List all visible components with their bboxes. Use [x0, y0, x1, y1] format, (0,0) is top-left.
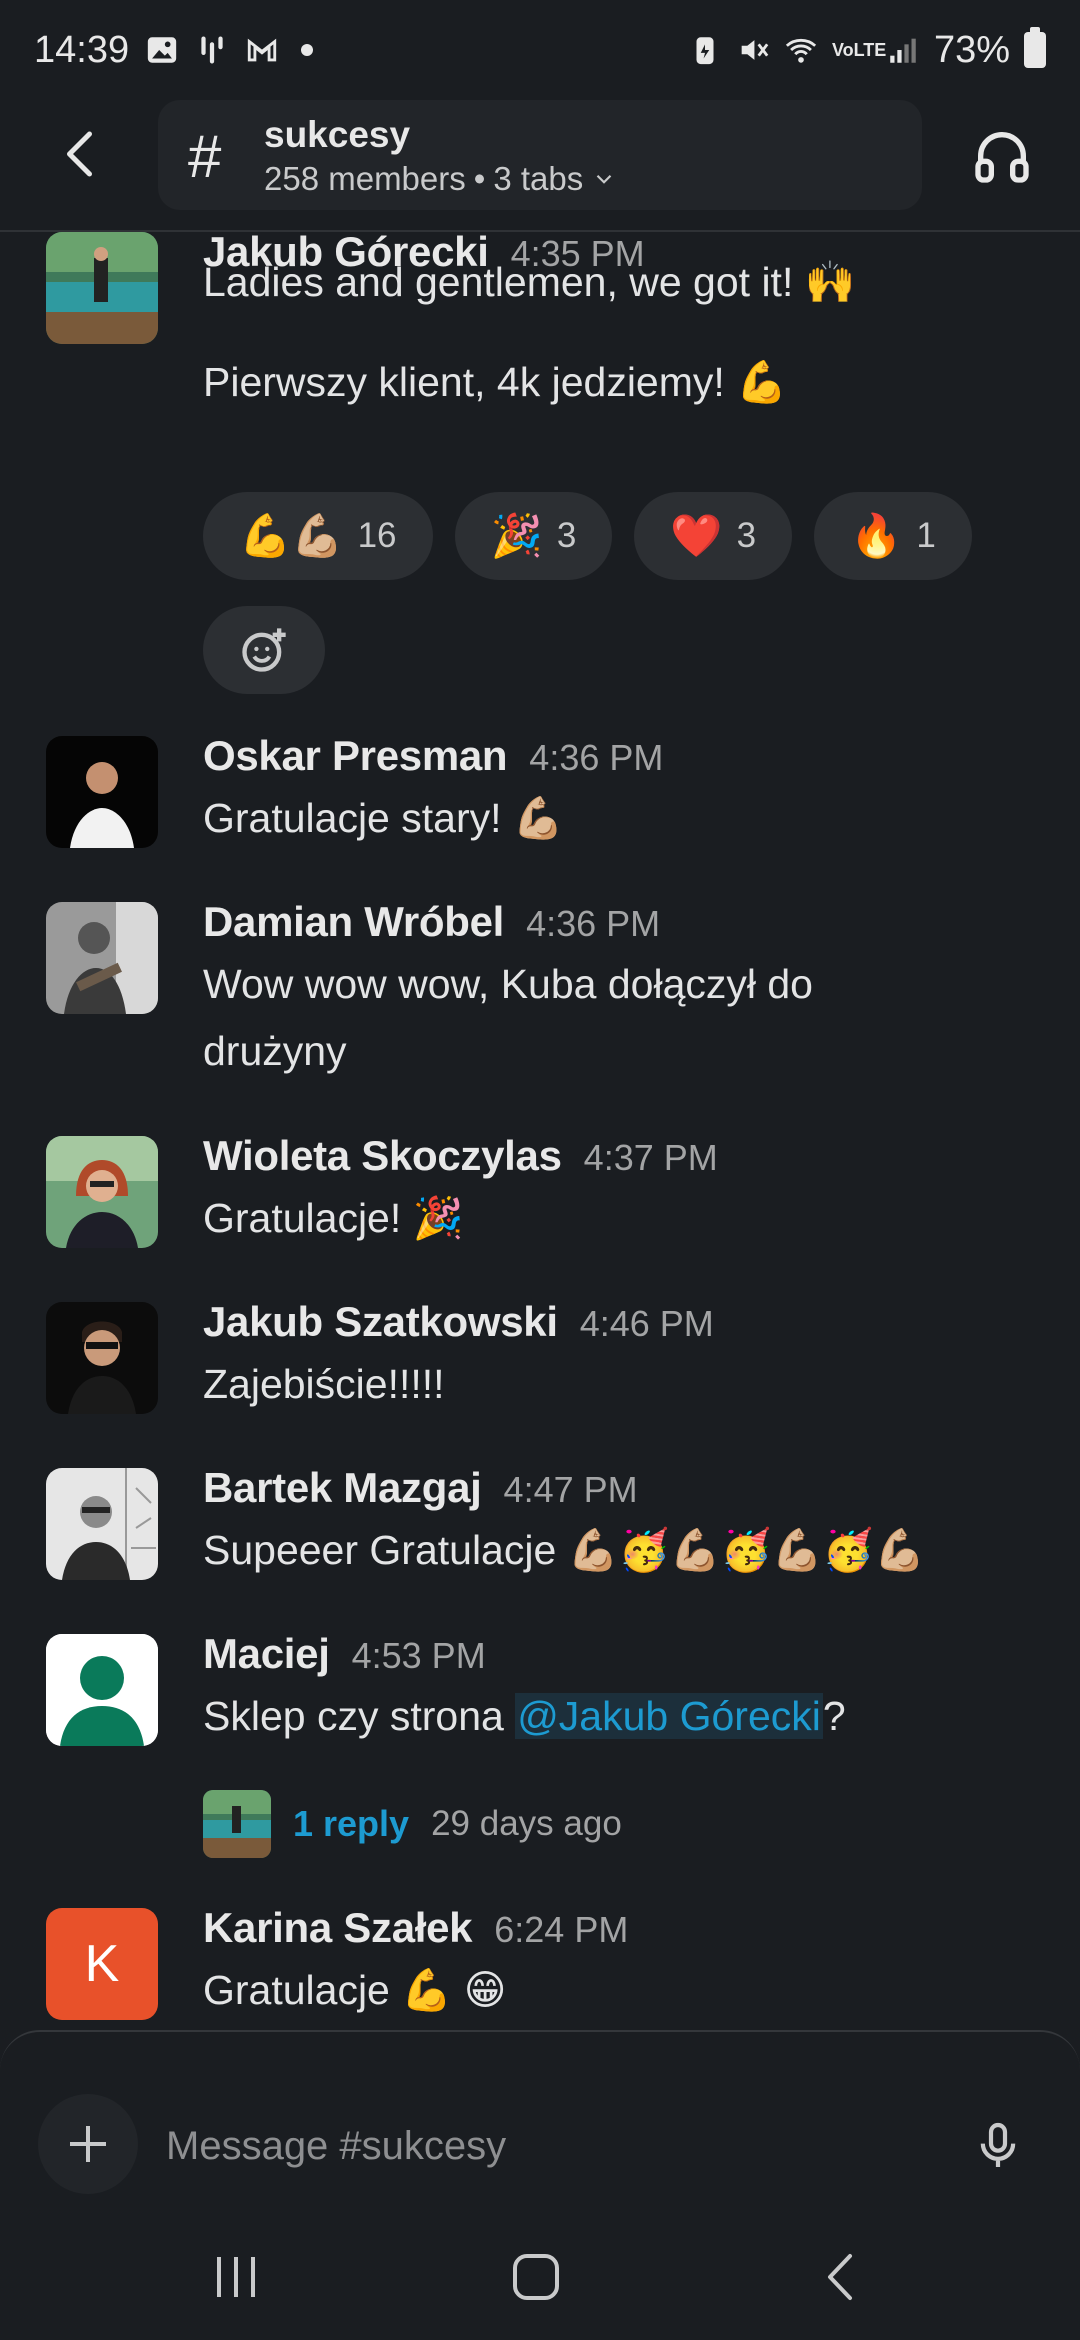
avatar[interactable]: [46, 1302, 158, 1414]
reply-count-link[interactable]: 1 reply: [293, 1803, 409, 1845]
status-bar: 14:39 VoLTE 73%: [0, 0, 1080, 100]
channel-hash-icon: #: [188, 123, 222, 190]
message-input[interactable]: [166, 2116, 926, 2176]
more-notifications-dot: [301, 44, 314, 56]
reaction-pill[interactable]: 🔥 1: [814, 492, 972, 580]
microphone-icon[interactable]: [970, 2118, 1026, 2174]
author-name[interactable]: Maciej: [203, 1630, 330, 1678]
battery-icon: [1024, 27, 1046, 68]
author-name[interactable]: Jakub Szatkowski: [203, 1298, 558, 1346]
separator-dot: •: [473, 160, 486, 197]
reaction-pill[interactable]: ❤️ 3: [634, 492, 793, 580]
thread-reply-avatar: [203, 1790, 271, 1858]
system-navigation-bar: [0, 2212, 1080, 2340]
last-reply-time: 29 days ago: [431, 1804, 622, 1843]
reaction-emoji: 🎉: [490, 511, 543, 559]
back-nav-icon: [828, 2254, 852, 2300]
message-text: Gratulacje stary! 💪🏼: [203, 795, 564, 841]
message-text: Gratulacje 💪 😁: [203, 1967, 507, 2013]
reaction-count: 16: [357, 516, 397, 555]
back-arrow-icon[interactable]: [52, 124, 112, 184]
battery-saver-icon: [696, 37, 714, 65]
avatar-initial: K: [84, 1935, 120, 1993]
battery-percent: 73%: [933, 28, 1010, 71]
message-text: Sklep czy strona @Jakub Górecki?: [203, 1683, 1043, 1750]
reaction-emoji: ❤️: [670, 511, 723, 559]
message-time: 4:37 PM: [583, 1137, 718, 1178]
avatar[interactable]: [46, 232, 158, 344]
message-text: Ladies and gentlemen, we got it! 🙌: [203, 259, 856, 305]
wifi-icon: [785, 38, 817, 63]
member-count: 258 members: [264, 160, 466, 197]
attach-plus-button[interactable]: [38, 2094, 138, 2194]
volte-indicator: VoLTE: [831, 40, 887, 60]
message-text: Supeeer Gratulacje 💪🏼🥳💪🏼🥳💪🏼🥳💪🏼: [203, 1527, 926, 1573]
gmail-icon: [247, 38, 277, 62]
message-time: 6:24 PM: [494, 1909, 629, 1950]
reaction-emoji: 🔥: [850, 511, 903, 559]
channel-meta: 258 members • 3 tabs: [264, 160, 617, 198]
mute-icon: [741, 40, 769, 60]
home-button[interactable]: [496, 2242, 576, 2312]
message-text-part: Sklep czy strona: [203, 1693, 516, 1739]
channel-name: sukcesy: [264, 114, 411, 155]
author-name[interactable]: Damian Wróbel: [203, 898, 504, 946]
author-name[interactable]: Karina Szałek: [203, 1904, 473, 1952]
avatar[interactable]: K: [46, 1908, 158, 2020]
recent-apps-button[interactable]: [196, 2242, 276, 2312]
avatar[interactable]: [46, 1634, 158, 1746]
gallery-icon: [147, 37, 177, 63]
thread-summary[interactable]: 1 reply 29 days ago: [203, 1790, 622, 1858]
message-time: 4:53 PM: [351, 1635, 486, 1676]
message-text: Gratulacje! 🎉: [203, 1195, 464, 1241]
avatar[interactable]: [46, 1468, 158, 1580]
message-time: 4:46 PM: [579, 1303, 714, 1344]
message-list[interactable]: Jakub Górecki 4:35 PM Ladies and gentlem…: [0, 232, 1080, 2030]
tab-count: 3 tabs: [493, 160, 584, 197]
signal-icon: [890, 38, 916, 63]
avatar[interactable]: [46, 1136, 158, 1248]
back-button[interactable]: [800, 2242, 880, 2312]
author-name[interactable]: Oskar Presman: [203, 732, 508, 780]
reaction-pill[interactable]: 🎉 3: [454, 492, 613, 580]
add-emoji-icon: [242, 628, 286, 672]
huddle-headphones-icon[interactable]: [970, 124, 1034, 188]
user-mention[interactable]: @Jakub Górecki: [515, 1693, 823, 1739]
channel-header: # sukcesy 258 members • 3 tabs: [0, 100, 1080, 232]
avatar[interactable]: [46, 902, 158, 1014]
author-name[interactable]: Bartek Mazgaj: [203, 1464, 482, 1512]
recent-apps-icon: [217, 2257, 255, 2297]
reaction-pill[interactable]: 💪💪🏼 16: [203, 492, 433, 580]
reaction-emoji: 💪💪🏼: [239, 511, 344, 559]
reactions-row: 💪💪🏼 16 🎉 3 ❤️ 3 🔥 1: [203, 492, 972, 580]
channel-info-button[interactable]: # sukcesy 258 members • 3 tabs: [158, 100, 922, 210]
message-composer: [0, 2030, 1080, 2340]
message-time: 4:36 PM: [526, 903, 661, 944]
reaction-count: 3: [556, 516, 577, 555]
message-text: Wow wow wow, Kuba dołączył do drużyny: [203, 961, 813, 1074]
message-text: Zajebiście!!!!!: [203, 1361, 445, 1407]
message-time: 4:36 PM: [529, 737, 664, 778]
avatar[interactable]: [46, 736, 158, 848]
reaction-count: 3: [736, 516, 757, 555]
plus-icon: [70, 2126, 106, 2162]
chevron-down-icon: [596, 174, 612, 184]
status-time: 14:39: [34, 28, 130, 71]
message-text-part: ?: [822, 1693, 846, 1739]
reaction-count: 1: [916, 516, 936, 555]
slack-notification-icon: [201, 36, 223, 64]
message-time: 4:47 PM: [503, 1469, 638, 1510]
author-name[interactable]: Wioleta Skoczylas: [203, 1132, 562, 1180]
home-icon: [513, 2254, 559, 2300]
message-text: Pierwszy klient, 4k jedziemy! 💪: [203, 359, 788, 405]
add-reaction-button[interactable]: [203, 606, 325, 694]
